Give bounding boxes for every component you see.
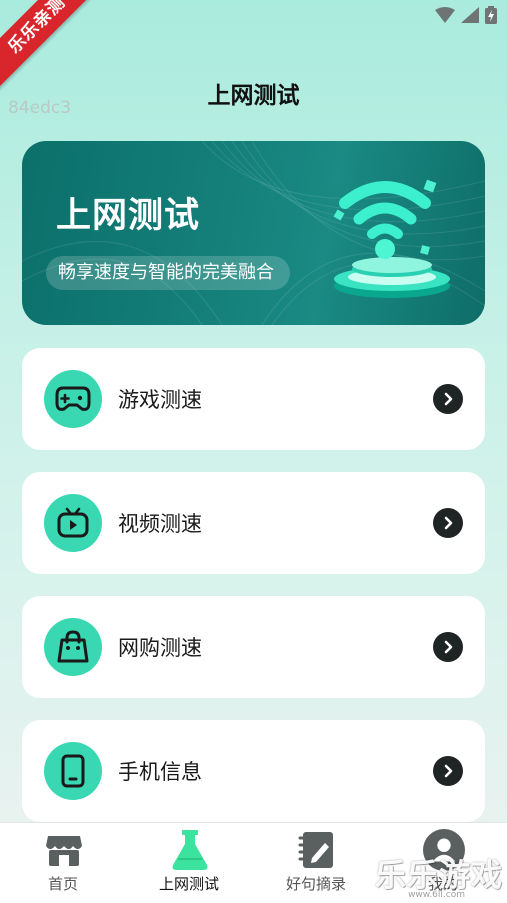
status-icons: [435, 6, 497, 24]
hero-title: 上网测试: [56, 196, 201, 236]
signal-icon: [461, 7, 479, 23]
tab-quotes[interactable]: 好句摘录: [253, 823, 379, 903]
card-video-speed[interactable]: 视频测速: [22, 472, 485, 574]
video-tv-icon: [44, 494, 102, 552]
card-shopping-speed[interactable]: 网购测速: [22, 596, 485, 698]
flask-icon: [169, 829, 211, 871]
card-game-speed[interactable]: 游戏测速: [22, 348, 485, 450]
wifi-pedestal-illustration: [333, 179, 450, 298]
wifi-icon: [435, 7, 455, 23]
card-label: 游戏测速: [118, 388, 202, 412]
tab-network-test[interactable]: 上网测试: [126, 823, 252, 903]
tab-label: 上网测试: [158, 875, 219, 893]
chevron-right-icon[interactable]: [433, 632, 463, 662]
gamepad-icon: [44, 370, 102, 428]
card-label: 视频测速: [118, 512, 202, 536]
page-title: 上网测试: [207, 83, 300, 109]
notebook-pen-icon: [296, 829, 338, 871]
card-phone-info[interactable]: 手机信息: [22, 720, 485, 822]
tab-home[interactable]: 首页: [0, 823, 126, 903]
chevron-right-icon[interactable]: [433, 756, 463, 786]
chevron-right-icon[interactable]: [433, 508, 463, 538]
hero-banner: 上网测试 畅享速度与智能的完美融合: [22, 141, 485, 325]
card-label: 网购测速: [118, 636, 202, 660]
chevron-right-icon[interactable]: [433, 384, 463, 414]
card-label: 手机信息: [118, 760, 202, 784]
watermark-url: www.6ll.com: [408, 890, 465, 900]
store-icon: [43, 829, 85, 871]
tab-label: 首页: [47, 875, 78, 893]
battery-icon: [485, 6, 497, 24]
phone-icon: [44, 742, 102, 800]
hero-subtitle: 畅享速度与智能的完美融合: [46, 256, 290, 290]
tab-label: 好句摘录: [285, 875, 346, 893]
shopping-bag-icon: [44, 618, 102, 676]
watermark-text: 乐乐游戏: [375, 858, 503, 894]
